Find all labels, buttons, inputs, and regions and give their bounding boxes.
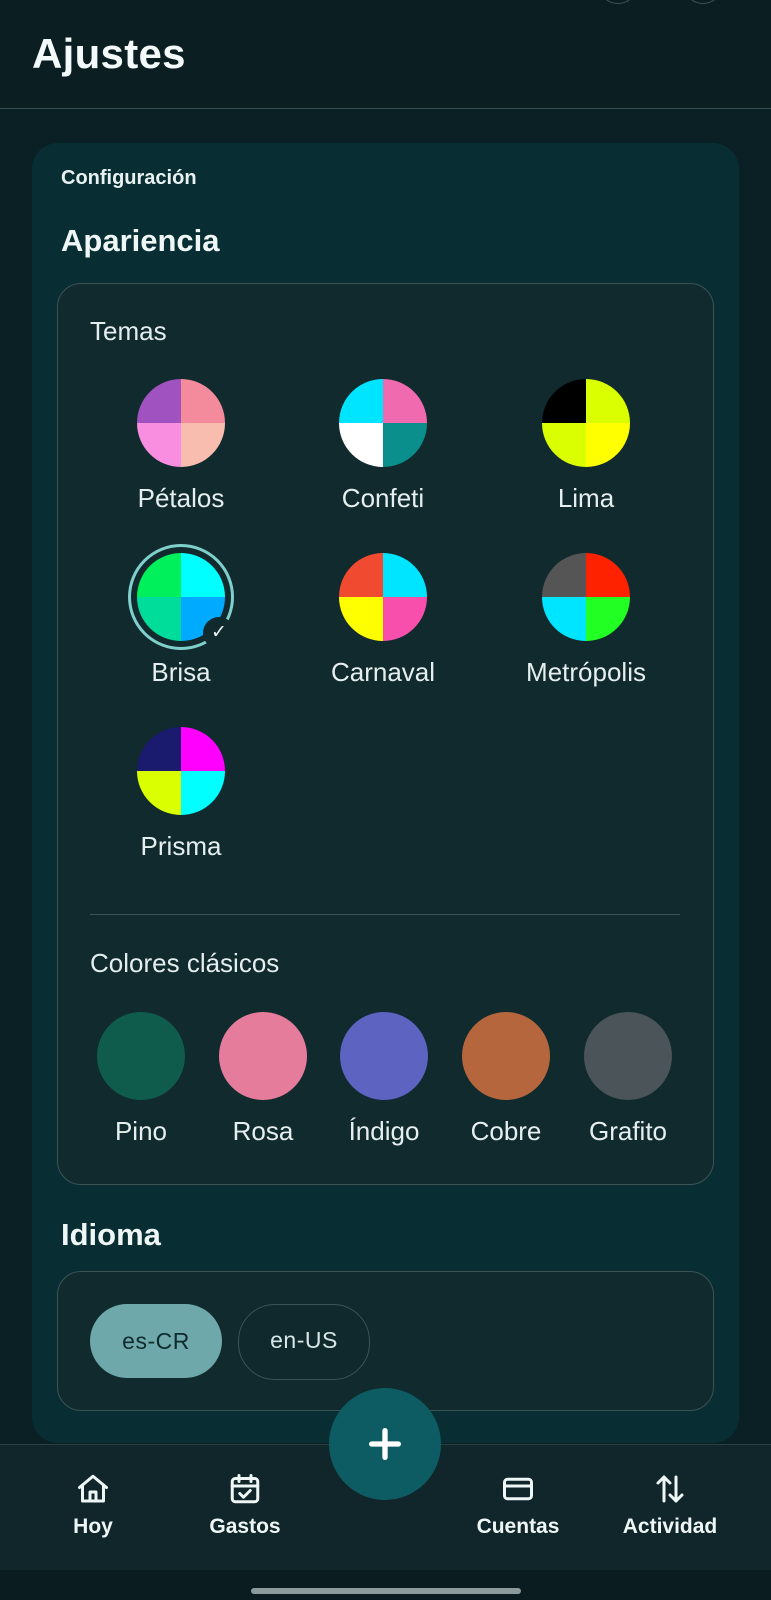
appearance-heading: Apariencia bbox=[61, 223, 220, 258]
theme-label: Lima bbox=[557, 483, 615, 513]
top-action-button[interactable] bbox=[685, 0, 721, 4]
classic-colors-label: Colores clásicos bbox=[90, 948, 280, 978]
color-swatch bbox=[462, 1012, 550, 1100]
theme-option[interactable]: Carnaval bbox=[303, 553, 463, 688]
color-label: Rosa bbox=[232, 1116, 294, 1146]
classic-color-option[interactable]: Grafito bbox=[568, 1012, 688, 1147]
theme-option[interactable]: Prisma bbox=[101, 727, 261, 862]
check-icon: ✓ bbox=[203, 617, 235, 649]
appearance-card: Temas Pétalos Confeti Lima ✓ Brisa Carna… bbox=[57, 283, 714, 1185]
swap-vertical-icon bbox=[656, 1475, 684, 1503]
theme-label: Metrópolis bbox=[526, 657, 646, 687]
language-chip-es-cr[interactable]: es-CR bbox=[90, 1304, 222, 1378]
color-swatch bbox=[584, 1012, 672, 1100]
color-swatch bbox=[97, 1012, 185, 1100]
nav-item-actividad[interactable]: Actividad bbox=[610, 1471, 730, 1539]
nav-item-hoy[interactable]: Hoy bbox=[33, 1471, 153, 1539]
theme-swatch: ✓ bbox=[128, 544, 235, 650]
section-label: Configuración bbox=[61, 167, 197, 189]
settings-panel: Configuración Apariencia Temas Pétalos C… bbox=[32, 143, 739, 1443]
color-swatch bbox=[340, 1012, 428, 1100]
theme-option[interactable]: Metrópolis bbox=[506, 553, 666, 688]
home-icon bbox=[78, 1474, 108, 1503]
nav-label: Cuentas bbox=[476, 1515, 560, 1538]
color-label: Pino bbox=[114, 1116, 168, 1146]
gesture-handle[interactable] bbox=[251, 1588, 521, 1594]
theme-swatch bbox=[339, 379, 427, 467]
classic-color-option[interactable]: Índigo bbox=[324, 1012, 444, 1147]
theme-label: Pétalos bbox=[137, 483, 225, 513]
top-action-button[interactable] bbox=[600, 0, 636, 4]
theme-option-selected[interactable]: ✓ Brisa bbox=[101, 544, 261, 688]
card-icon bbox=[503, 1477, 533, 1501]
nav-label: Actividad bbox=[622, 1515, 718, 1538]
classic-color-option[interactable]: Pino bbox=[81, 1012, 201, 1147]
language-heading: Idioma bbox=[61, 1217, 161, 1252]
system-gesture-area bbox=[0, 1570, 771, 1600]
language-chip-en-us[interactable]: en-US bbox=[238, 1304, 370, 1380]
theme-swatch bbox=[137, 727, 225, 815]
theme-option[interactable]: Confeti bbox=[303, 379, 463, 514]
add-fab-button[interactable] bbox=[329, 1388, 441, 1500]
plus-icon bbox=[369, 1428, 401, 1460]
classic-color-option[interactable]: Cobre bbox=[446, 1012, 566, 1147]
theme-swatch bbox=[542, 553, 630, 641]
theme-option[interactable]: Pétalos bbox=[101, 379, 261, 514]
color-label: Grafito bbox=[588, 1116, 668, 1146]
classic-color-option[interactable]: Rosa bbox=[203, 1012, 323, 1147]
theme-option[interactable]: Lima bbox=[506, 379, 666, 514]
calendar-check-icon bbox=[230, 1474, 260, 1504]
theme-swatch bbox=[339, 553, 427, 641]
themes-label: Temas bbox=[90, 316, 167, 346]
color-swatch bbox=[219, 1012, 307, 1100]
theme-label: Confeti bbox=[341, 483, 425, 513]
nav-label: Gastos bbox=[209, 1515, 281, 1538]
theme-swatch bbox=[542, 379, 630, 467]
divider bbox=[90, 914, 680, 915]
page-title: Ajustes bbox=[32, 30, 186, 77]
theme-label: Brisa bbox=[151, 657, 211, 687]
nav-label: Hoy bbox=[73, 1515, 113, 1538]
color-label: Cobre bbox=[470, 1116, 542, 1146]
nav-item-gastos[interactable]: Gastos bbox=[185, 1471, 305, 1539]
theme-label: Carnaval bbox=[330, 657, 436, 687]
color-label: Índigo bbox=[348, 1116, 420, 1146]
top-app-bar: Ajustes bbox=[0, 0, 771, 109]
nav-item-cuentas[interactable]: Cuentas bbox=[458, 1471, 578, 1539]
theme-label: Prisma bbox=[140, 831, 222, 861]
theme-swatch bbox=[137, 379, 225, 467]
